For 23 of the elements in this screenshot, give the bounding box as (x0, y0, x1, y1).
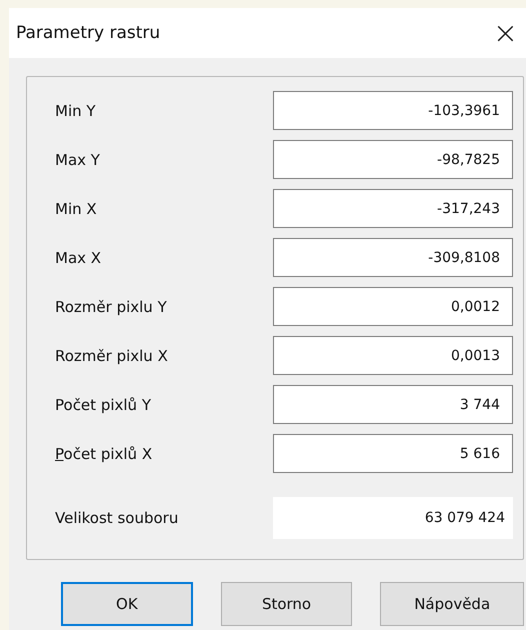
input-field[interactable]: -103,3961 (273, 91, 513, 130)
field-label: Rozměr pixlu Y (55, 298, 167, 316)
window-title: Parametry rastru (16, 23, 160, 43)
field-label: Počet pixlů X (55, 444, 152, 462)
value-display: 63 079 424 (273, 497, 513, 539)
field-label: Max Y (55, 150, 100, 168)
input-field[interactable]: 5 616 (273, 434, 513, 473)
input-field[interactable]: -317,243 (273, 189, 513, 228)
dialog-button[interactable]: Nápověda (380, 582, 524, 626)
field-label: Min Y (55, 102, 96, 120)
input-field[interactable]: 0,0013 (273, 336, 513, 375)
field-label: Počet pixlů Y (55, 396, 151, 414)
dialog-button[interactable]: OK (61, 582, 193, 626)
input-field[interactable]: 0,0012 (273, 287, 513, 326)
field-label: Velikost souboru (55, 509, 178, 527)
input-field[interactable]: 3 744 (273, 385, 513, 424)
close-button[interactable]: × (484, 16, 526, 50)
dialog-button[interactable]: Storno (220, 582, 352, 626)
field-label: Rozměr pixlu X (55, 346, 168, 364)
input-field[interactable]: -98,7825 (273, 140, 513, 179)
field-label: Min X (55, 200, 97, 218)
field-label: Max X (55, 248, 102, 266)
input-field[interactable]: -309,8108 (273, 238, 513, 277)
